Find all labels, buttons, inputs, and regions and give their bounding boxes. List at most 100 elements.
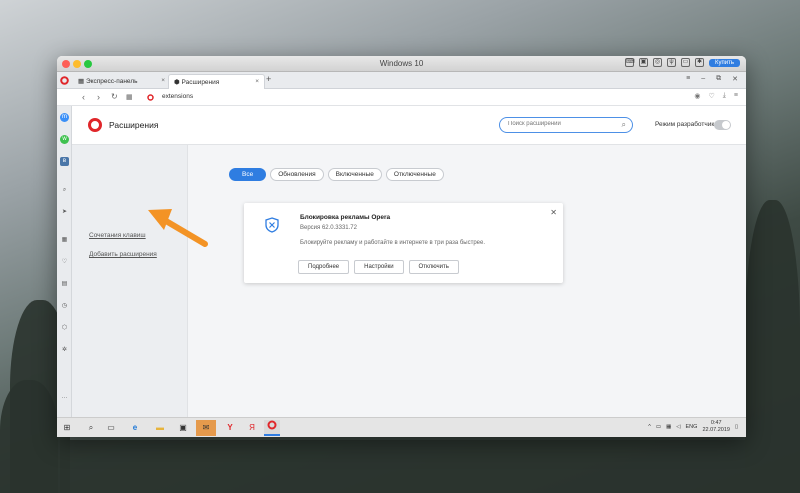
address-field[interactable]: extensions xyxy=(162,93,193,100)
vm-titlebar: Windows 10 ⌨ ▣ ◎ ψ ▭ ✱ Купить xyxy=(57,56,746,72)
whatsapp-icon[interactable]: w xyxy=(60,135,69,144)
address-icons: ◉ ♡ ⤓ ≡ xyxy=(694,92,738,100)
filter-updates[interactable]: Обновления xyxy=(270,168,324,181)
window-controls: ≡ – ⧉ ✕ xyxy=(686,75,738,83)
yandex-icon[interactable]: Y xyxy=(222,420,238,436)
news-icon[interactable]: ▤ xyxy=(60,280,69,289)
opera-menu-button[interactable] xyxy=(57,72,72,88)
filter-all[interactable]: Все xyxy=(229,168,267,181)
gear-icon[interactable]: ✱ xyxy=(695,58,705,67)
opera-logo-icon xyxy=(60,75,69,85)
new-tab-button[interactable]: + xyxy=(266,74,271,84)
restore-icon[interactable]: ⧉ xyxy=(716,75,721,83)
battery-icon[interactable]: ▭ xyxy=(656,424,661,430)
camera-icon[interactable]: ▣ xyxy=(639,58,649,67)
search-box[interactable]: ⌕ xyxy=(499,117,633,133)
opera-logo-icon xyxy=(267,420,277,430)
details-button[interactable]: Подробнее xyxy=(298,260,350,274)
vk-icon[interactable]: в xyxy=(60,157,69,166)
heart-icon[interactable]: ♡ xyxy=(60,258,69,267)
file-explorer-icon[interactable]: ▬ xyxy=(152,420,168,436)
network-icon[interactable]: ▦ xyxy=(666,424,671,430)
dev-mode-label: Режим разработчика xyxy=(655,121,719,128)
close-tab-icon[interactable]: × xyxy=(161,77,165,84)
filter-enabled[interactable]: Включенные xyxy=(327,168,382,181)
windows-start-icon[interactable]: ⊞ xyxy=(59,420,75,436)
dev-mode-toggle[interactable] xyxy=(714,120,731,130)
tab-speed-dial[interactable]: ▦ Экспресс-панель × xyxy=(73,74,170,89)
cd-icon[interactable]: ◎ xyxy=(653,58,663,67)
address-bar: ‹ › ↻ ▦ extensions ◉ ♡ ⤓ ≡ xyxy=(57,89,746,106)
usb-icon[interactable]: ψ xyxy=(667,58,677,67)
settings-icon[interactable]: ✲ xyxy=(60,346,69,355)
close-tab-icon[interactable]: × xyxy=(255,78,259,85)
snapshot-icon[interactable]: ◉ xyxy=(694,92,700,100)
left-nav: Сочетания клавиш Добавить расширения xyxy=(72,145,188,417)
search-icon[interactable]: ⌕ xyxy=(83,420,99,436)
extensions-icon[interactable]: ⬡ xyxy=(60,324,69,333)
extension-description: Блокируйте рекламу и работайте в интерне… xyxy=(300,240,486,246)
tab-label: Расширения xyxy=(181,79,220,86)
search-input[interactable] xyxy=(508,121,613,127)
keyboard-shortcuts-link[interactable]: Сочетания клавиш xyxy=(89,232,146,239)
menu-icon[interactable]: ≡ xyxy=(734,92,738,100)
remove-extension-icon[interactable]: ✕ xyxy=(550,208,557,217)
windows-taskbar: ⊞ ⌕ ▭ e ▬ ▣ ✉ Y Я ^ ▭ ▦ ◁ ENG 0:47 22.07… xyxy=(57,417,746,437)
more-icon[interactable]: ··· xyxy=(60,394,69,403)
page-header: Расширения ⌕ Режим разработчика xyxy=(72,106,746,145)
search-icon[interactable]: ⌕ xyxy=(622,120,626,130)
edge-icon[interactable]: e xyxy=(127,420,143,436)
opera-logo-icon xyxy=(88,118,102,132)
extension-buttons: Подробнее Настройки Отключить xyxy=(298,260,459,274)
buy-button[interactable]: Купить xyxy=(709,58,740,67)
filter-tabs: Все Обновления Включенные Отключенные xyxy=(229,168,444,181)
download-icon[interactable]: ⤓ xyxy=(723,92,726,100)
speed-dial-icon: ▦ xyxy=(78,78,86,85)
task-view-icon[interactable]: ▭ xyxy=(103,420,119,436)
folder-icon[interactable]: ▭ xyxy=(681,58,691,67)
extension-version: Версия 62.0.3331.72 xyxy=(300,225,357,231)
vm-window: Windows 10 ⌨ ▣ ◎ ψ ▭ ✱ Купить ▦ Экспресс… xyxy=(57,56,746,437)
settings-button[interactable]: Настройки xyxy=(354,260,404,274)
messenger-icon[interactable]: m xyxy=(60,113,69,122)
back-icon[interactable]: ‹ xyxy=(82,92,85,102)
store-icon[interactable]: ▣ xyxy=(175,420,191,436)
reload-icon[interactable]: ↻ xyxy=(111,92,118,101)
send-icon[interactable]: ➤ xyxy=(60,208,69,217)
tab-bar: ▦ Экспресс-панель × ⬢ Расширения × + ≡ –… xyxy=(57,72,746,89)
language-indicator[interactable]: ENG xyxy=(686,424,698,430)
clock[interactable]: 0:47 22.07.2019 xyxy=(702,420,730,434)
heart-icon[interactable]: ♡ xyxy=(709,92,715,100)
opera-logo-icon xyxy=(147,94,154,101)
yandex-browser-icon[interactable]: Я xyxy=(244,420,260,436)
tab-label: Экспресс-панель xyxy=(85,78,138,85)
system-tray: ^ ▭ ▦ ◁ ENG 0:47 22.07.2019 ▯ xyxy=(648,420,738,434)
search-icon[interactable]: ⌕ xyxy=(60,186,69,195)
speed-dial-icon[interactable]: ▦ xyxy=(60,236,69,245)
clock-time: 0:47 xyxy=(710,420,722,426)
vm-toolbar: ⌨ ▣ ◎ ψ ▭ ✱ Купить xyxy=(625,58,740,67)
minimize-icon[interactable]: – xyxy=(701,75,705,83)
clock-date: 22.07.2019 xyxy=(702,427,730,433)
tab-extensions[interactable]: ⬢ Расширения × xyxy=(168,74,265,89)
volume-icon[interactable]: ◁ xyxy=(676,424,680,430)
opera-sidebar: m w в ⌕ ➤ ▦ ♡ ▤ ◷ ⬡ ✲ ··· xyxy=(57,106,72,417)
extensions-page: Расширения ⌕ Режим разработчика Сочетани… xyxy=(72,106,746,417)
tiles-icon[interactable]: ▦ xyxy=(126,93,133,101)
tab-menu-icon[interactable]: ≡ xyxy=(686,75,690,83)
mail-icon[interactable]: ✉ xyxy=(196,420,216,436)
page-title: Расширения xyxy=(109,120,159,130)
extension-card: Блокировка рекламы Opera Версия 62.0.333… xyxy=(244,203,563,283)
history-icon[interactable]: ◷ xyxy=(60,302,69,311)
chevron-up-icon[interactable]: ^ xyxy=(648,424,651,430)
close-icon[interactable]: ✕ xyxy=(732,75,738,83)
extension-name: Блокировка рекламы Opera xyxy=(300,214,391,221)
keyboard-icon[interactable]: ⌨ xyxy=(625,58,635,67)
disable-button[interactable]: Отключить xyxy=(408,260,459,274)
notifications-icon[interactable]: ▯ xyxy=(735,424,738,430)
forward-icon[interactable]: › xyxy=(97,92,100,102)
filter-disabled[interactable]: Отключенные xyxy=(385,168,444,181)
opera-taskbar-icon[interactable] xyxy=(264,420,280,436)
shield-icon xyxy=(265,217,279,233)
add-extensions-link[interactable]: Добавить расширения xyxy=(89,251,157,258)
